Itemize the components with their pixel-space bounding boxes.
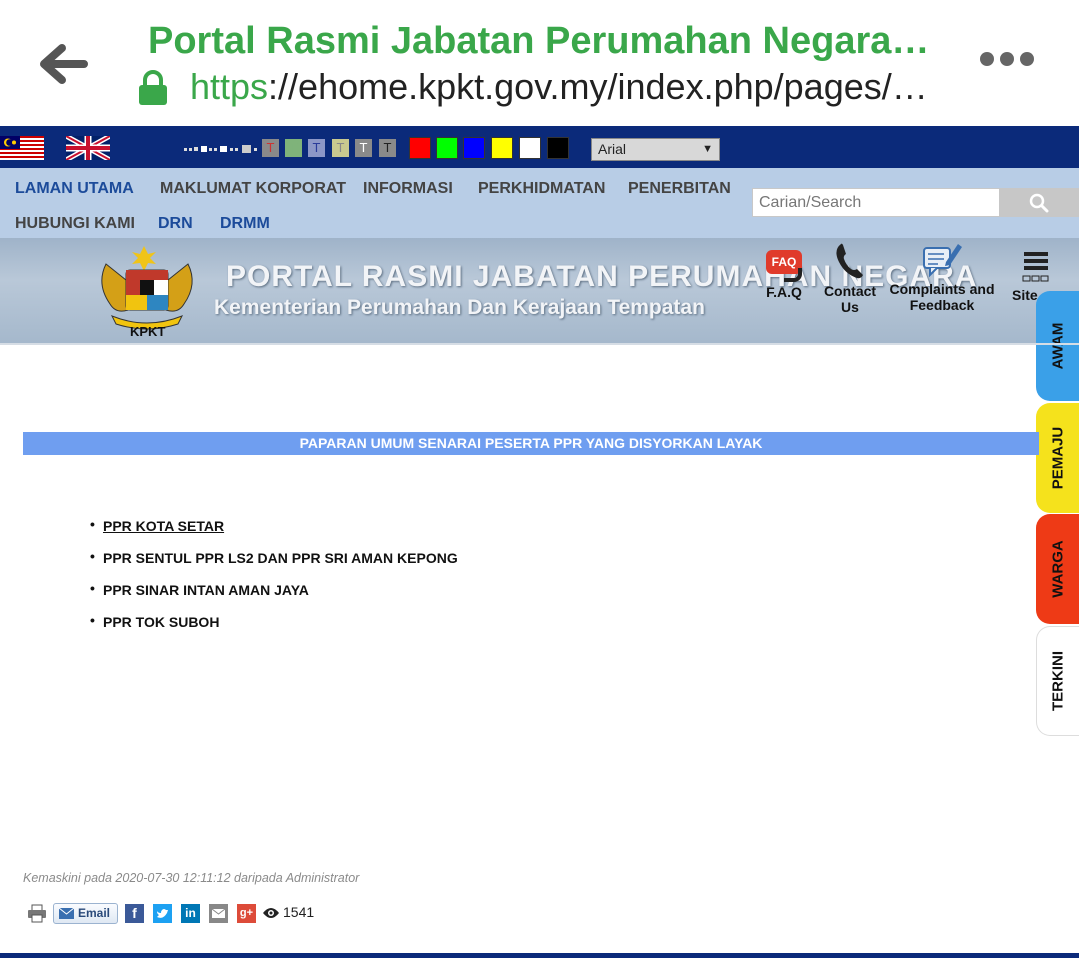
site-banner: KPKT PORTAL RASMI JABATAN PERUMAHAN NEGA… <box>0 238 1079 343</box>
page-heading: PAPARAN UMUM SENARAI PESERTA PPR YANG DI… <box>23 432 1039 455</box>
contact-label: Contact Us <box>823 283 877 315</box>
text-style-button[interactable]: T <box>379 139 396 157</box>
color-swatch-white[interactable] <box>519 137 541 159</box>
color-swatch-green[interactable] <box>436 137 458 159</box>
search-input[interactable]: Carian/Search <box>752 188 1000 217</box>
content-divider <box>0 343 1079 345</box>
url-scheme: https <box>190 66 269 107</box>
url-path: ://ehome.kpkt.gov.my/index.php/pages/… <box>268 66 928 107</box>
linkedin-icon[interactable]: in <box>181 904 200 923</box>
tab-terkini[interactable]: TERKINI <box>1036 626 1079 736</box>
accessibility-bar: T T T T T T <box>0 126 1079 168</box>
text-style-button[interactable]: T <box>262 139 279 157</box>
nav-penerbitan[interactable]: PENERBITAN <box>628 180 731 198</box>
email-share-button[interactable]: Email <box>53 903 118 924</box>
sitemap-icon <box>1022 252 1049 282</box>
mail-icon[interactable] <box>209 904 228 923</box>
feedback-icon <box>923 244 962 278</box>
nav-hubungi-kami[interactable]: HUBUNGI KAMI <box>15 215 135 233</box>
lock-icon <box>139 70 167 105</box>
google-plus-icon[interactable]: g+ <box>237 904 256 923</box>
browser-toolbar: Portal Rasmi Jabatan Perumahan Negara… h… <box>0 0 1079 126</box>
text-style-button[interactable]: T <box>355 139 372 157</box>
nav-informasi[interactable]: INFORMASI <box>363 180 453 198</box>
color-swatch-red[interactable] <box>409 137 431 159</box>
text-style-button[interactable]: T <box>308 139 325 157</box>
print-icon[interactable] <box>27 904 47 923</box>
tab-awam[interactable]: AWAM <box>1036 291 1079 401</box>
faq-label: F.A.Q <box>766 284 802 300</box>
uk-flag-icon[interactable] <box>66 136 110 160</box>
tab-pemaju[interactable]: PEMAJU <box>1036 403 1079 513</box>
nav-drn[interactable]: DRN <box>158 215 193 233</box>
text-size-icon[interactable] <box>184 144 260 154</box>
dropdown-caret-icon: ▼ <box>702 143 713 155</box>
browser-page-title: Portal Rasmi Jabatan Perumahan Negara… <box>148 20 930 62</box>
search-button[interactable] <box>999 188 1079 217</box>
ppr-link[interactable]: PPR TOK SUBOH <box>103 614 219 630</box>
faq-icon: FAQ <box>764 250 804 284</box>
ppr-link[interactable]: PPR KOTA SETAR <box>103 518 224 534</box>
color-swatch-yellow[interactable] <box>491 137 513 159</box>
complaints-feedback-link[interactable]: Complaints and Feedback <box>888 240 996 313</box>
text-style-button[interactable]: T <box>332 139 349 157</box>
nav-perkhidmatan[interactable]: PERKHIDMATAN <box>478 180 605 198</box>
footer-bar <box>0 953 1079 958</box>
tab-warga[interactable]: WARGA <box>1036 514 1079 624</box>
ppr-link[interactable]: PPR SENTUL PPR LS2 DAN PPR SRI AMAN KEPO… <box>103 550 458 566</box>
contact-us-link[interactable]: Contact Us <box>818 242 882 315</box>
nav-laman-utama[interactable]: LAMAN UTAMA <box>15 180 134 198</box>
text-style-button[interactable]: T <box>285 139 302 157</box>
logo-label: KPKT <box>130 324 166 339</box>
view-count: 1541 <box>283 904 315 920</box>
banner-subtitle: Kementerian Perumahan Dan Kerajaan Tempa… <box>214 296 705 319</box>
search-icon <box>1029 193 1049 213</box>
font-select[interactable]: Arial ▼ <box>591 138 720 161</box>
malaysia-flag-icon[interactable] <box>0 136 44 160</box>
nav-maklumat-korporat[interactable]: MAKLUMAT KORPORAT <box>160 180 346 198</box>
back-arrow-icon[interactable] <box>38 42 90 86</box>
facebook-icon[interactable]: f <box>125 904 144 923</box>
nav-drmm[interactable]: DRMM <box>220 215 270 233</box>
ppr-link[interactable]: PPR SINAR INTAN AMAN JAYA <box>103 582 309 598</box>
last-updated: Kemaskini pada 2020-07-30 12:11:12 darip… <box>23 871 360 885</box>
color-swatch-blue[interactable] <box>463 137 485 159</box>
feedback-label: Complaints and Feedback <box>889 281 995 313</box>
phone-icon <box>836 243 863 279</box>
views-eye-icon <box>263 908 279 918</box>
more-icon[interactable] <box>980 52 1044 74</box>
color-swatch-black[interactable] <box>547 137 569 159</box>
twitter-icon[interactable] <box>153 904 172 923</box>
envelope-icon <box>59 908 74 919</box>
address-bar[interactable]: https://ehome.kpkt.gov.my/index.php/page… <box>190 66 928 108</box>
faq-link[interactable]: FAQ F.A.Q <box>760 250 808 300</box>
